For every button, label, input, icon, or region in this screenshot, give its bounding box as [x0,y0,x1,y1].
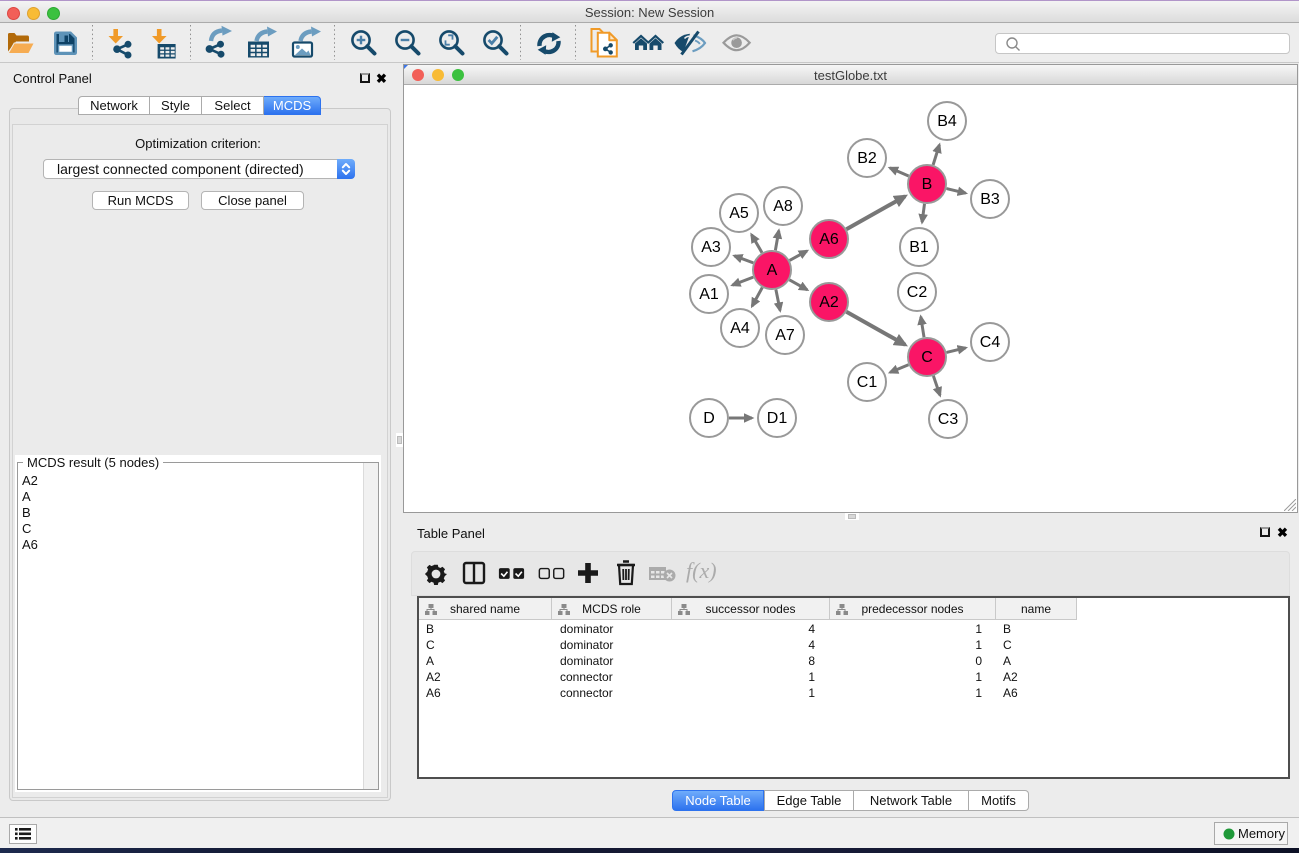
svg-text:C3: C3 [938,411,959,428]
svg-text:A: A [767,262,778,279]
svg-text:C: C [921,349,933,366]
svg-text:D1: D1 [767,410,788,427]
svg-text:A6: A6 [819,231,839,248]
svg-text:B: B [922,176,933,193]
svg-text:A5: A5 [729,205,749,222]
svg-text:C4: C4 [980,334,1001,351]
svg-text:A4: A4 [730,320,750,337]
svg-text:A1: A1 [699,286,719,303]
svg-text:B4: B4 [937,113,957,130]
svg-text:C2: C2 [907,284,928,301]
svg-text:B2: B2 [857,150,877,167]
svg-text:A3: A3 [701,239,721,256]
svg-text:A8: A8 [773,198,793,215]
svg-text:D: D [703,410,715,427]
svg-text:A7: A7 [775,327,795,344]
svg-text:B1: B1 [909,239,929,256]
svg-text:B3: B3 [980,191,1000,208]
svg-text:C1: C1 [857,374,878,391]
svg-text:A2: A2 [819,294,839,311]
